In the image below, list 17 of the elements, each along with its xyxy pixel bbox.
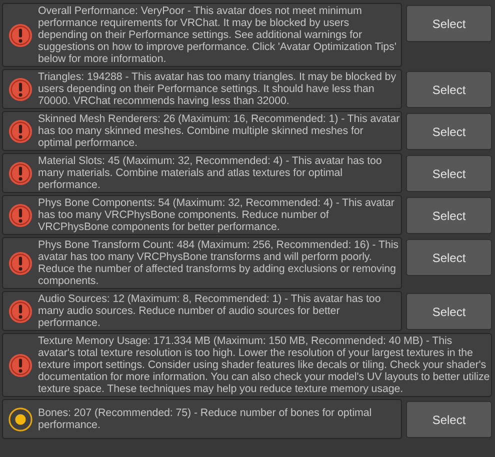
warning-message: Triangles: 194288 - This avatar has too many triangles. It may be blocked by users depending on their Performance settings. It should have less than 70000. VRChat recommends having less than 32000.	[38, 71, 397, 107]
warning-message: Bones: 207 (Recommended: 75) - Reduce number of bones for optimal performance.	[38, 407, 373, 431]
warning-message: Phys Bone Components: 54 (Maximum: 32, Recommended: 4) - This avatar has too many VRCPhysBone components. Reduce number of VRCPhysBone components for better performance.	[38, 197, 396, 233]
select-button[interactable]: Select	[406, 5, 492, 42]
select-button[interactable]: Select	[406, 197, 492, 234]
select-button[interactable]: Select	[406, 113, 492, 150]
select-button[interactable]: Select	[406, 401, 492, 438]
warning-message: Phys Bone Transform Count: 484 (Maximum: 256, Recommended: 16) - This avatar has too many VRCPhysBone transforms and will perform poorly. Reduce the number of affected transforms by adding exclusions or removing components.	[38, 239, 400, 287]
select-button[interactable]: Select	[406, 239, 492, 276]
warning-message: Material Slots: 45 (Maximum: 32, Recommended: 4) - This avatar has too many materials. Combine materials and atlas textures for optimal performance.	[38, 155, 383, 191]
warning-message: Texture Memory Usage: 171.334 MB (Maximum: 150 MB, Recommended: 40 MB) - This avatar's total texture resolution is too high. Lower the resolution of your largest textures in the texture import settings. Consider using shader features like decals or tiling. Check your shader's documentation for more information. You can also check your model's UV layouts to better utilize texture space. These techniques may help you reduce texture memory usage.	[38, 335, 490, 395]
warning-message: Overall Performance: VeryPoor - This avatar does not meet minimum performance requirements for VRChat. It may be blocked by users depending on their Performance settings. See additional warnings for suggestions on how to improve performance. Click 'Avatar Optimization Tips' below for more information.	[38, 5, 398, 65]
select-button[interactable]: Select	[406, 155, 492, 192]
select-button[interactable]: Select	[406, 71, 492, 108]
warning-message: Skinned Mesh Renderers: 26 (Maximum: 16, Recommended: 1) - This avatar has too many skinned meshes. Combine multiple skinned meshes for optimal performance.	[38, 113, 400, 149]
warning-message: Audio Sources: 12 (Maximum: 8, Recommended: 1) - This avatar has too many audio sources. Reduce number of audio sources for better performance.	[38, 293, 382, 329]
select-button[interactable]: Select	[406, 293, 492, 330]
